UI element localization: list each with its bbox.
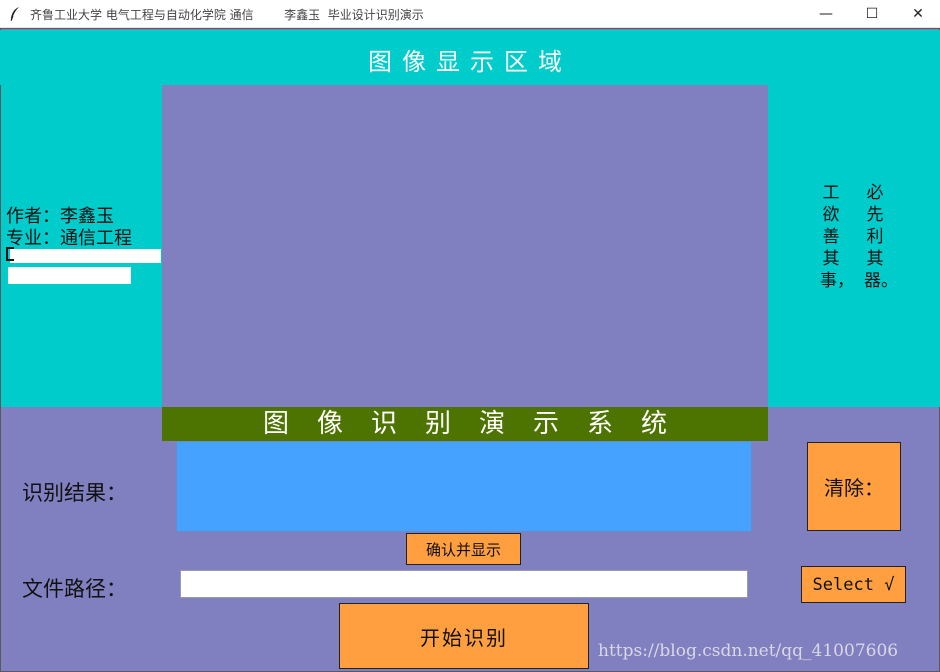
header-title: 图像显示区域	[368, 48, 572, 76]
window-title: 齐鲁工业大学 电气工程与自动化学院 通信 李鑫玉 毕业设计识别演示	[30, 8, 424, 22]
minimize-button[interactable]: —	[803, 0, 849, 28]
redacted-line	[8, 267, 131, 284]
file-path-input[interactable]	[180, 570, 748, 598]
motto-panel	[768, 85, 940, 407]
file-path-label: 文件路径：	[22, 577, 127, 601]
redacted-line	[10, 249, 161, 263]
close-button[interactable]: ✕	[895, 0, 940, 28]
maximize-button[interactable]: ☐	[849, 0, 895, 28]
start-recognition-button[interactable]: 开始识别	[339, 603, 589, 669]
close-icon: ✕	[912, 6, 924, 22]
confirm-display-button[interactable]: 确认并显示	[406, 533, 521, 565]
feather-icon	[10, 7, 19, 22]
maximize-icon: ☐	[865, 6, 879, 22]
result-textbox[interactable]	[176, 441, 752, 532]
motto-column-1: 工欲善其事，	[820, 183, 854, 291]
motto-column-2: 必先利其器。	[864, 183, 898, 291]
image-display-area	[162, 85, 768, 407]
system-banner: 图像识别演示系统	[162, 407, 768, 441]
minimize-icon: —	[819, 6, 833, 22]
clear-button[interactable]: 清除：	[807, 442, 901, 531]
redacted-fragment	[6, 247, 14, 261]
select-file-button[interactable]: Select √	[801, 566, 906, 603]
result-label: 识别结果：	[22, 481, 127, 505]
watermark-url: https://blog.csdn.net/qq_41007606	[598, 641, 899, 661]
author-major: 专业：通信工程	[6, 228, 132, 249]
